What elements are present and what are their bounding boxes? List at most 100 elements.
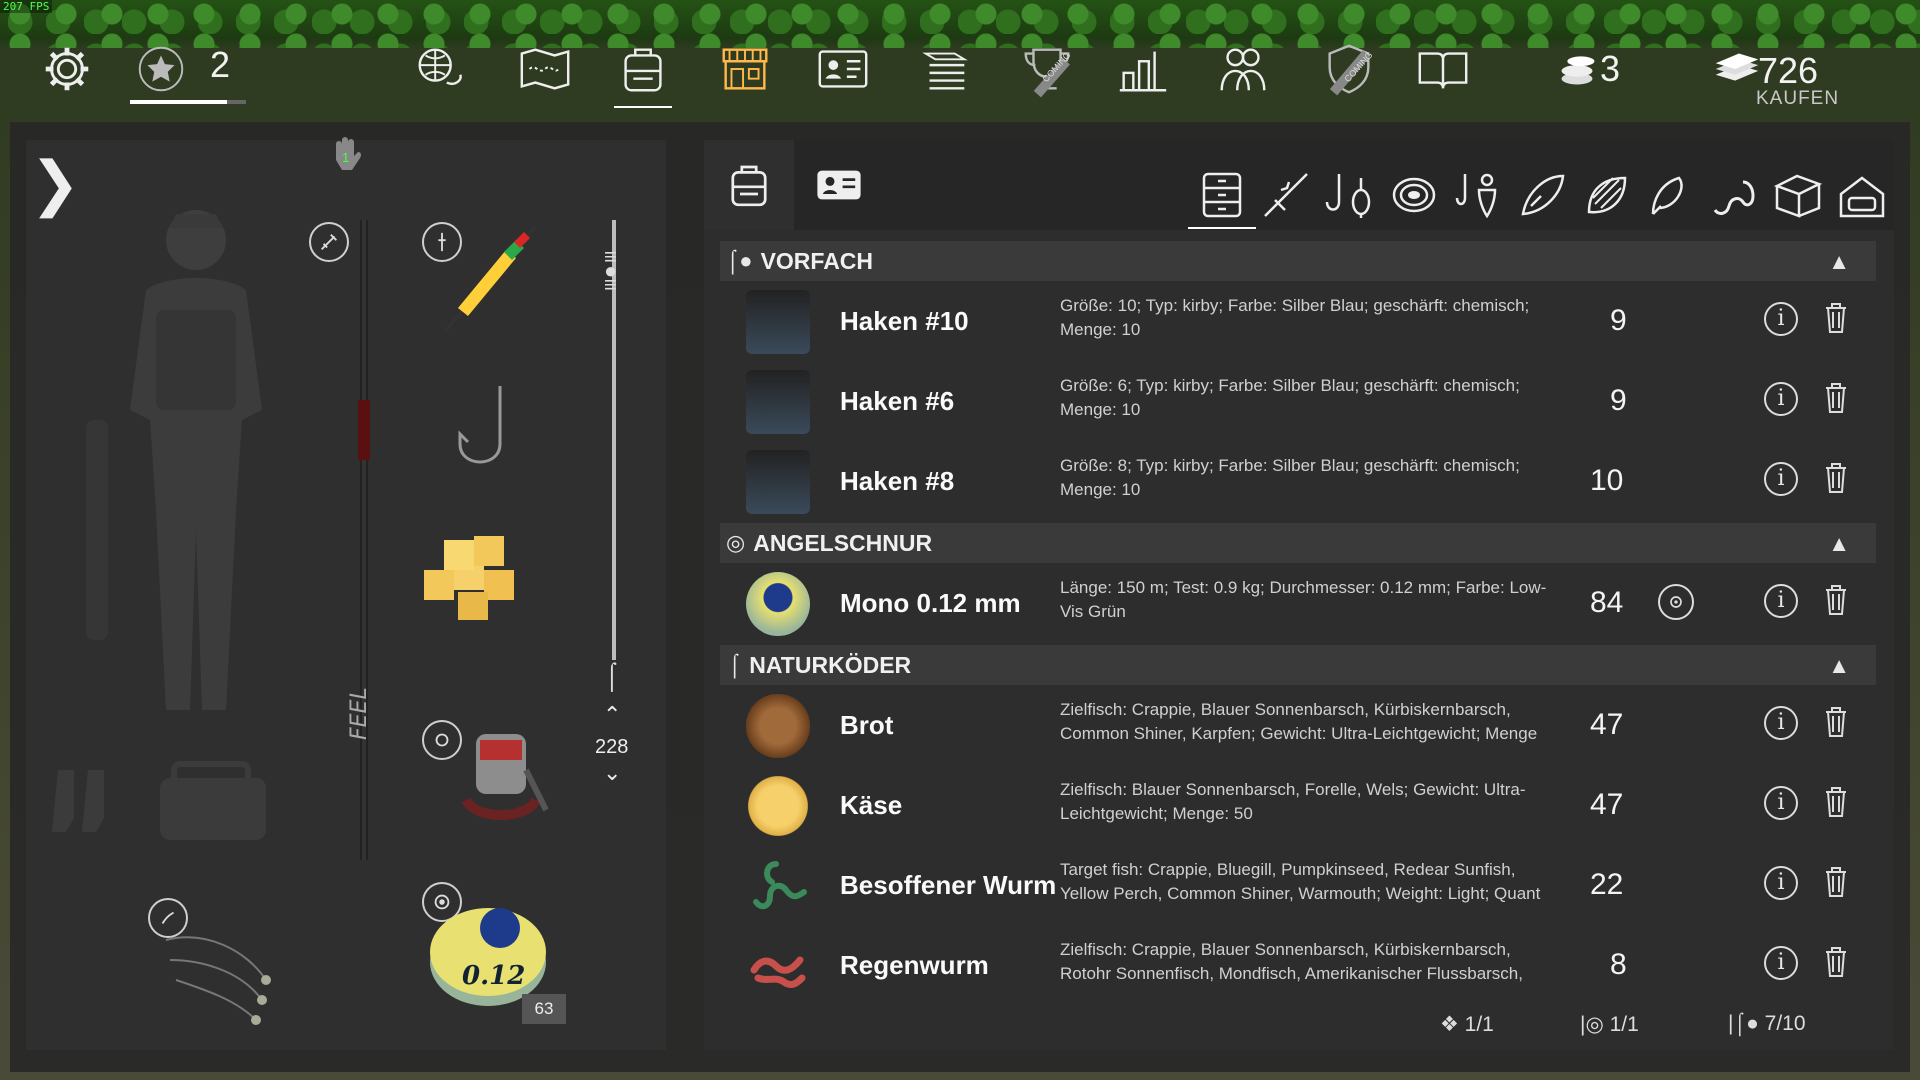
delete-trash-icon[interactable]	[1824, 302, 1848, 334]
delete-trash-icon[interactable]	[1824, 786, 1848, 818]
delete-trash-icon[interactable]	[1824, 462, 1848, 494]
hand-slot-badge: 1	[342, 150, 350, 165]
globe-travel-icon[interactable]	[410, 38, 472, 100]
info-icon[interactable]: i	[1764, 786, 1798, 820]
encyclopedia-book-icon[interactable]	[1412, 38, 1474, 100]
category-rods-icon[interactable]	[1258, 165, 1314, 225]
item-qty: 47	[1590, 788, 1624, 821]
hook-item[interactable]	[446, 380, 526, 490]
category-tackle-icon[interactable]	[1322, 165, 1378, 225]
depth-down-chevron-icon[interactable]: ⌄	[603, 760, 621, 786]
buy-button[interactable]: KAUFEN	[1756, 88, 1839, 110]
section-header-leaders[interactable]: ⌠● VORFACH ▲	[720, 241, 1876, 281]
collapse-chevron-icon[interactable]: ▲	[1828, 249, 1850, 275]
category-worms-icon[interactable]	[1706, 165, 1762, 225]
profile-card-icon[interactable]	[812, 38, 874, 100]
category-all-icon[interactable]	[1188, 165, 1256, 229]
depth-up-chevron-icon[interactable]: ⌃	[603, 702, 621, 728]
inventory-row[interactable]: Käse Zielfisch: Blauer Sonnenbarsch, For…	[720, 766, 1876, 846]
category-spoons-icon[interactable]	[1578, 165, 1634, 225]
hook-pack-thumb	[746, 370, 810, 434]
inventory-row[interactable]: Haken #10 Größe: 10; Typ: kirby; Farbe: …	[720, 282, 1876, 362]
section-title: VORFACH	[760, 247, 874, 274]
item-qty: 9	[1610, 384, 1627, 417]
item-desc: Größe: 8; Typ: kirby; Farbe: Silber Blau…	[1060, 456, 1520, 499]
settings-gear-icon[interactable]	[36, 38, 98, 100]
hook-pack-thumb	[746, 450, 810, 514]
item-qty: 9	[1610, 304, 1627, 337]
item-name: Besoffener Wurm	[840, 870, 1057, 900]
category-floats-icon[interactable]	[1450, 165, 1506, 225]
collapse-chevron-icon[interactable]: ▲	[1828, 653, 1850, 679]
collapse-chevron-icon[interactable]: ▲	[1828, 531, 1850, 557]
category-lures-icon[interactable]	[1514, 165, 1570, 225]
top-bar: 2 COMING COMING 3 726 KAUFEN	[0, 20, 1920, 120]
info-icon[interactable]: i	[1764, 302, 1798, 336]
category-box-icon[interactable]	[1770, 165, 1826, 225]
tab-profile[interactable]	[794, 140, 884, 230]
section-header-line[interactable]: ◎ ANGELSCHNUR ▲	[720, 523, 1876, 563]
info-icon[interactable]: i	[1764, 382, 1798, 416]
svg-text:FEEL: FEEL	[347, 687, 372, 740]
stringer-item[interactable]	[146, 900, 316, 1040]
bag-icon[interactable]	[154, 760, 274, 850]
backpack-icon[interactable]	[612, 38, 674, 108]
bait-section-icon: ⌠	[728, 652, 742, 677]
info-icon[interactable]: i	[1764, 946, 1798, 980]
item-desc: Größe: 6; Typ: kirby; Farbe: Silber Blau…	[1060, 376, 1520, 419]
backpack-tab-icon	[731, 165, 767, 207]
item-name: Haken #10	[840, 306, 969, 336]
leader-capacity: |⌠● 7/10	[1728, 1012, 1806, 1036]
item-qty: 22	[1590, 868, 1624, 901]
fps-counter: 207 FPS	[0, 0, 53, 13]
shop-icon[interactable]	[714, 38, 776, 100]
delete-trash-icon[interactable]	[1824, 866, 1848, 898]
info-icon[interactable]: i	[1764, 866, 1798, 900]
cheese-bait-item[interactable]	[414, 520, 544, 630]
inventory-row[interactable]: Brot Zielfisch: Crappie, Blauer Sonnenba…	[720, 686, 1876, 766]
spool-count: 63	[522, 994, 566, 1024]
delete-trash-icon[interactable]	[1824, 584, 1848, 616]
category-baits-icon[interactable]	[1642, 165, 1698, 225]
rod-item[interactable]: FEEL	[346, 220, 386, 870]
section-header-natural-baits[interactable]: ⌠ NATURKÖDER ▲	[720, 645, 1876, 685]
section-title: NATURKÖDER	[749, 651, 912, 678]
item-desc: Zielfisch: Blauer Sonnenbarsch, Forelle,…	[1060, 780, 1526, 823]
line-capacity-icon: |◎	[1580, 1013, 1604, 1036]
info-icon[interactable]: i	[1764, 462, 1798, 496]
delete-trash-icon[interactable]	[1824, 382, 1848, 414]
stats-chart-icon[interactable]	[1112, 38, 1174, 100]
missions-list-icon[interactable]	[914, 38, 976, 100]
inventory-row[interactable]: Haken #6 Größe: 6; Typ: kirby; Farbe: Si…	[720, 362, 1876, 442]
reel-item[interactable]	[426, 720, 566, 850]
rank-star-icon[interactable]	[130, 38, 192, 100]
inventory-row[interactable]: Mono 0.12 mm Länge: 150 m; Test: 0.9 kg;…	[720, 564, 1876, 644]
item-name: Haken #8	[840, 466, 955, 496]
item-qty: 8	[1610, 948, 1627, 981]
drunk-worm-thumb	[753, 861, 807, 910]
item-desc: Größe: 10; Typ: kirby; Farbe: Silber Bla…	[1060, 296, 1530, 339]
inventory-row[interactable]: Besoffener Wurm Target fish: Crappie, Bl…	[720, 846, 1876, 926]
float-stop-marker-icon[interactable]: ≡ ● ≡	[604, 246, 617, 296]
category-vehicle-icon[interactable]	[1834, 165, 1890, 225]
friends-icon[interactable]	[1212, 38, 1274, 100]
tab-backpack[interactable]	[704, 140, 794, 230]
info-icon[interactable]: i	[1764, 706, 1798, 740]
float-item[interactable]	[426, 220, 546, 350]
active-tab-underline	[614, 106, 672, 108]
map-icon[interactable]	[514, 38, 576, 100]
rod-stand-icon: ❖	[1440, 1013, 1459, 1036]
inventory-row[interactable]: Regenwurm Zielfisch: Crappie, Blauer Son…	[720, 926, 1876, 1006]
hook-depth-icon: ⌠	[604, 660, 620, 690]
inventory-row[interactable]: Haken #8 Größe: 8; Typ: kirby; Farbe: Si…	[720, 442, 1876, 522]
club-shield-icon[interactable]: COMING	[1318, 38, 1380, 100]
hand-slot-icon[interactable]: 1	[328, 136, 364, 180]
delete-trash-icon[interactable]	[1824, 946, 1848, 978]
boots-icon[interactable]	[48, 760, 118, 840]
info-icon[interactable]: i	[1764, 584, 1798, 618]
category-line-icon[interactable]	[1386, 165, 1442, 225]
line-spool-thumb	[746, 572, 810, 636]
delete-trash-icon[interactable]	[1824, 706, 1848, 738]
tournament-trophy-icon[interactable]: COMING	[1016, 38, 1078, 100]
expand-chevron-icon[interactable]: ❯	[30, 154, 80, 214]
